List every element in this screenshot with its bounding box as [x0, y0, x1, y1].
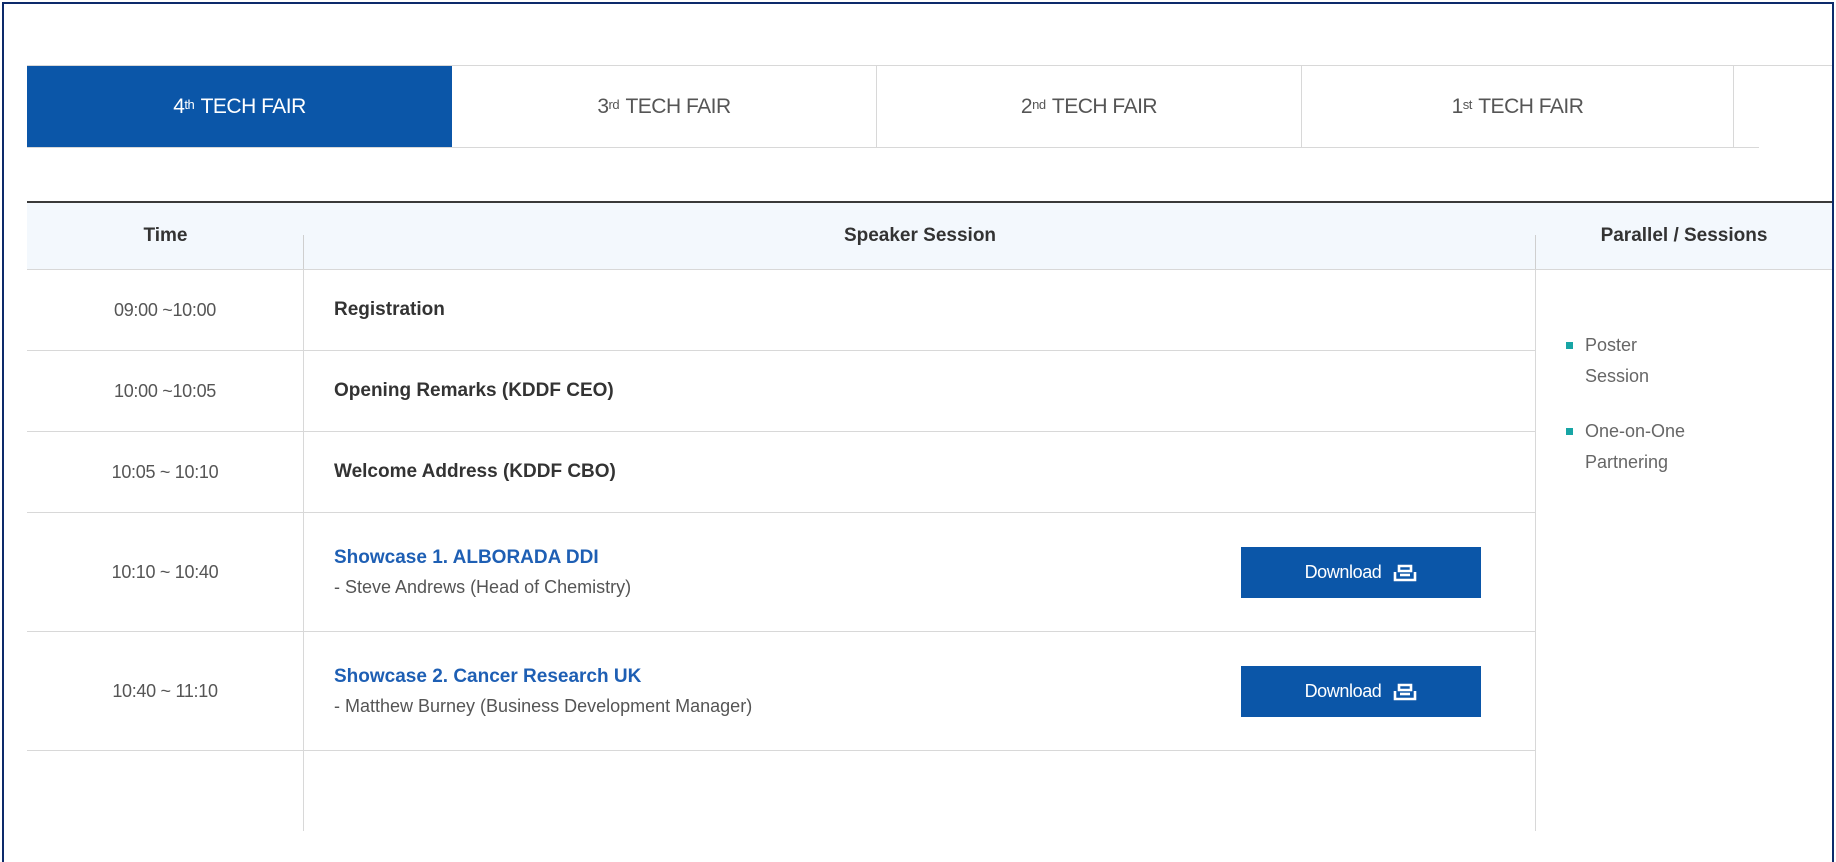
parallel-sessions: Poster Session One-on-One Partnering — [1536, 270, 1832, 831]
table-row: 10:40 ~ 11:10 Showcase 2. Cancer Researc… — [27, 632, 1536, 751]
speaker-name: - Steve Andrews (Head of Chemistry) — [334, 576, 632, 597]
table-row: 10:00 ~10:05 Opening Remarks (KDDF CEO) — [27, 351, 1536, 432]
session-info: Showcase 2. Cancer Research UK - Matthew… — [334, 666, 752, 717]
session-title: Welcome Address (KDDF CBO) — [334, 461, 616, 482]
row-time: 10:40 ~ 11:10 — [27, 632, 304, 750]
header-parallel-sessions: Parallel / Sessions — [1600, 225, 1768, 246]
session-rows: 09:00 ~10:00 Registration 10:00 ~10:05 O… — [27, 270, 1536, 831]
row-session: Showcase 2. Cancer Research UK - Matthew… — [304, 632, 1536, 750]
row-session: Showcase 1. ALBORADA DDI - Steve Andrews… — [304, 513, 1536, 631]
parallel-item-poster-session: Poster Session — [1566, 330, 1832, 392]
header-speaker-session: Speaker Session — [304, 203, 1536, 269]
session-title: Opening Remarks (KDDF CEO) — [334, 380, 614, 401]
row-time: 10:05 ~ 10:10 — [27, 432, 304, 512]
tabs-divider — [1759, 65, 1832, 66]
table-row: 10:10 ~ 10:40 Showcase 1. ALBORADA DDI -… — [27, 513, 1536, 632]
schedule-table: Time Speaker Session Parallel / Sessions… — [27, 201, 1832, 831]
row-session: Registration — [304, 270, 1536, 350]
download-button[interactable]: Download — [1241, 546, 1481, 598]
tab-3rd-tech-fair[interactable]: 3rd TECH FAIR — [452, 66, 877, 147]
parallel-item-partnering: One-on-One Partnering — [1566, 416, 1832, 478]
bullet-icon — [1566, 428, 1573, 435]
table-row — [27, 751, 1536, 831]
row-time: 10:00 ~10:05 — [27, 351, 304, 431]
session-title: Registration — [334, 299, 445, 320]
tech-fair-tabs: 4th TECH FAIR 3rd TECH FAIR 2nd TECH FAI… — [27, 65, 1759, 148]
table-header: Time Speaker Session Parallel / Sessions — [27, 203, 1832, 270]
tab-1st-tech-fair[interactable]: 1st TECH FAIR — [1302, 66, 1734, 147]
session-info: Showcase 1. ALBORADA DDI - Steve Andrews… — [334, 547, 631, 598]
showcase-title-link[interactable]: Showcase 1. ALBORADA DDI — [334, 547, 631, 569]
showcase-title-link[interactable]: Showcase 2. Cancer Research UK — [334, 666, 752, 688]
table-row: 10:05 ~ 10:10 Welcome Address (KDDF CBO) — [27, 432, 1536, 513]
row-time: 09:00 ~10:00 — [27, 270, 304, 350]
tab-2nd-tech-fair[interactable]: 2nd TECH FAIR — [877, 66, 1302, 147]
row-session: Opening Remarks (KDDF CEO) — [304, 351, 1536, 431]
header-time: Time — [27, 203, 304, 269]
table-body: 09:00 ~10:00 Registration 10:00 ~10:05 O… — [27, 270, 1832, 831]
download-label: Download — [1304, 680, 1382, 701]
download-button[interactable]: Download — [1241, 665, 1481, 717]
row-session — [304, 751, 1536, 831]
download-icon — [1394, 683, 1417, 701]
row-time: 10:10 ~ 10:40 — [27, 513, 304, 631]
download-label: Download — [1304, 561, 1382, 582]
tab-4th-tech-fair[interactable]: 4th TECH FAIR — [27, 66, 452, 147]
bullet-icon — [1566, 342, 1573, 349]
speaker-name: - Matthew Burney (Business Development M… — [334, 695, 753, 716]
table-row: 09:00 ~10:00 Registration — [27, 270, 1536, 351]
row-session: Welcome Address (KDDF CBO) — [304, 432, 1536, 512]
row-time — [27, 751, 304, 831]
download-icon — [1394, 564, 1417, 582]
